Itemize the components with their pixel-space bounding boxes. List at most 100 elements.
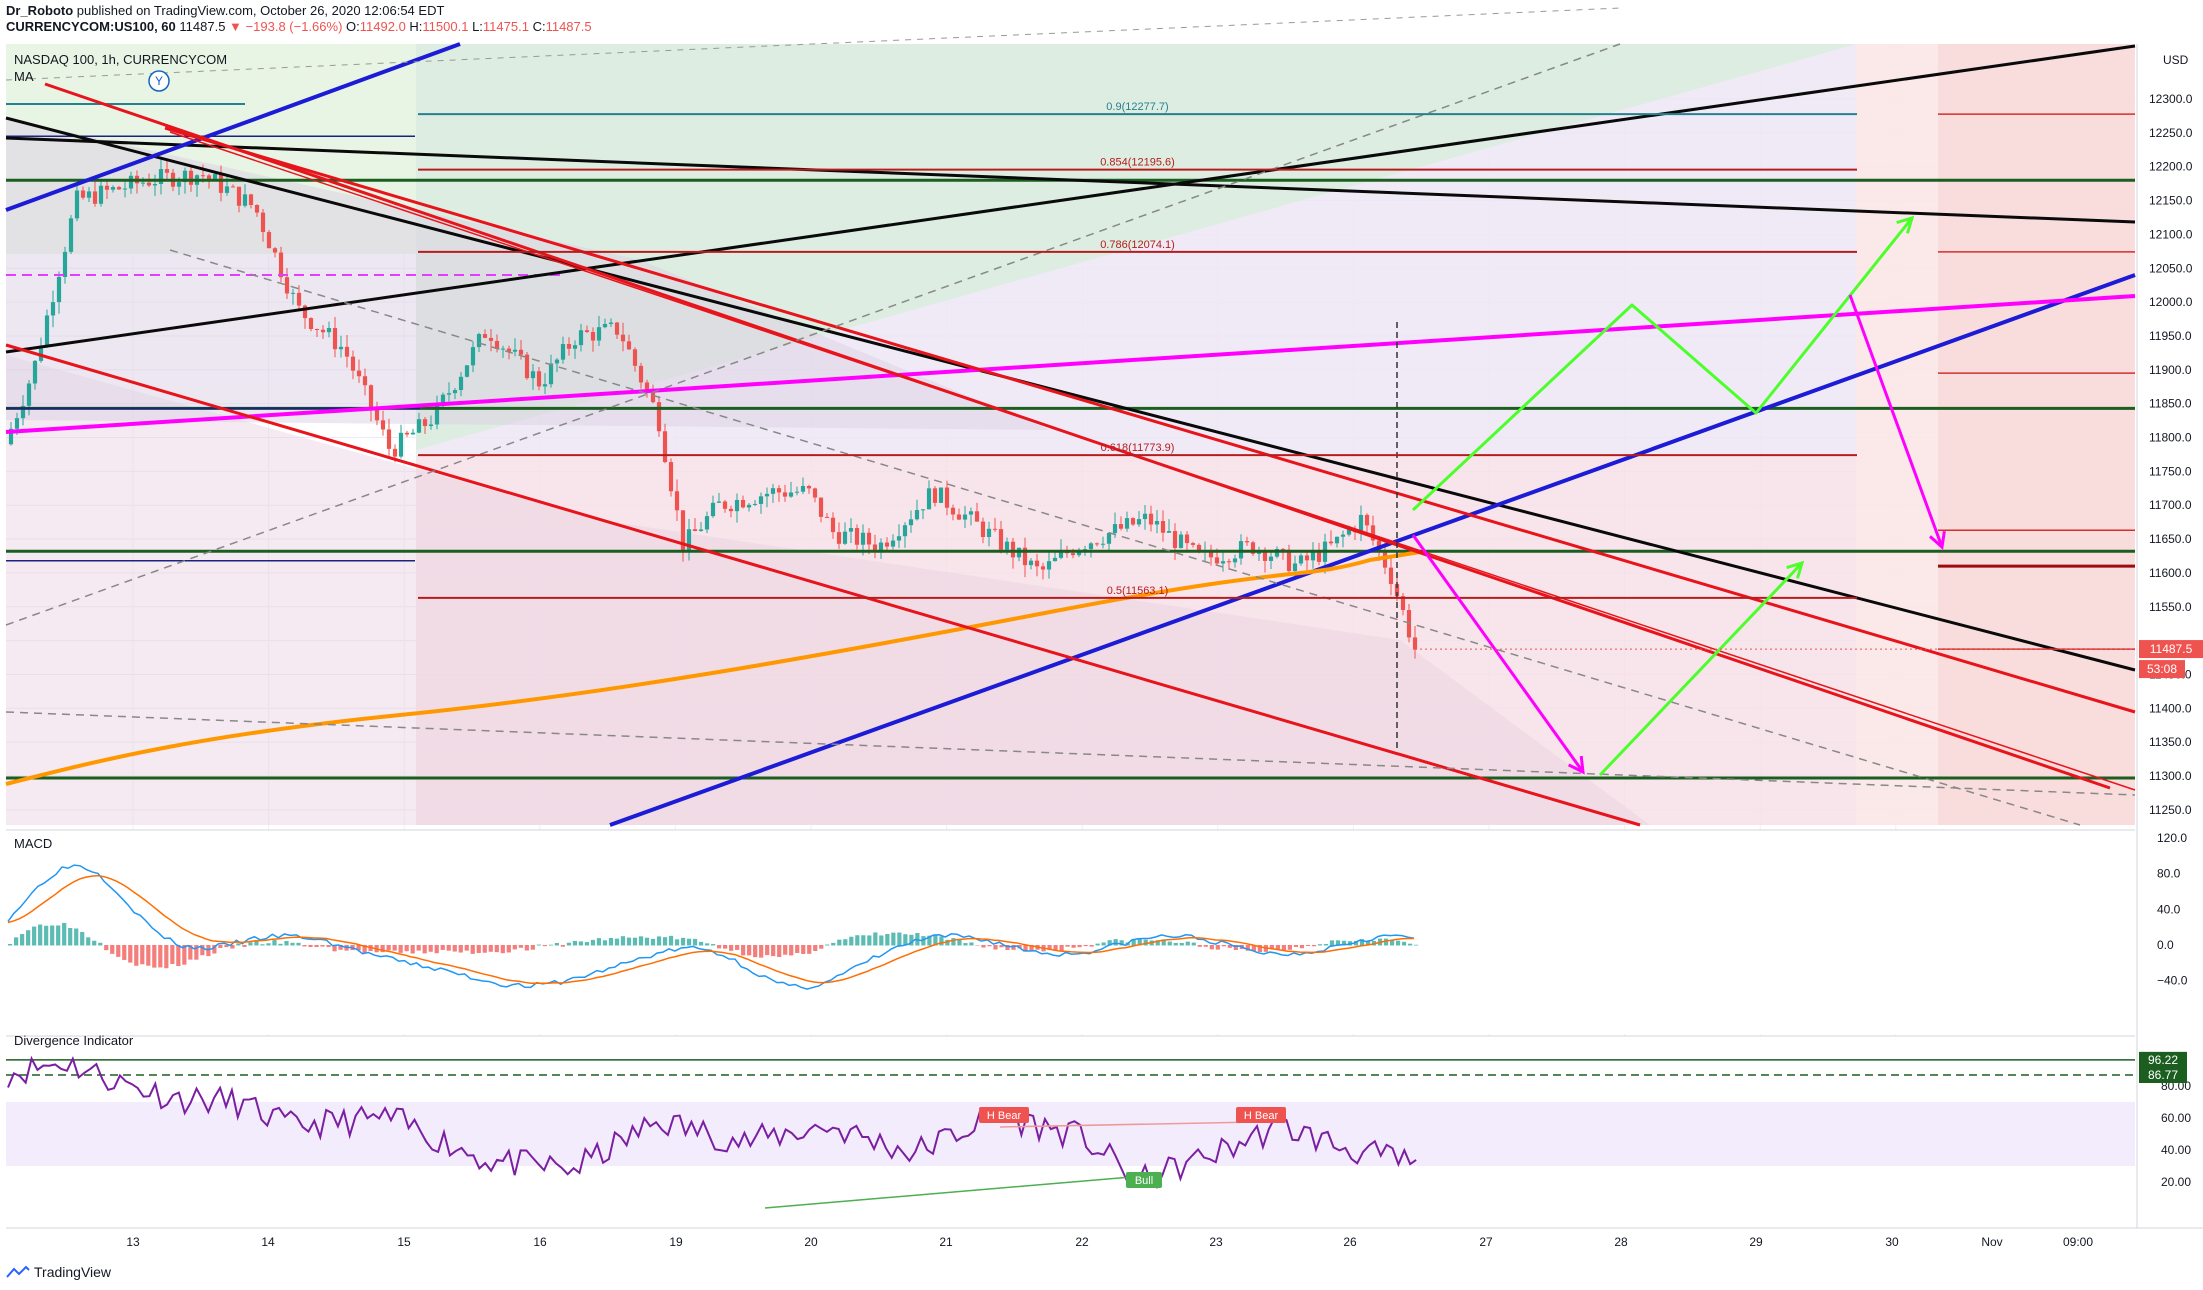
macd-histogram-bar — [560, 945, 565, 947]
price-tick-label: 11850.0 — [2149, 397, 2192, 411]
candle-body — [248, 194, 254, 205]
candle-body — [98, 185, 104, 204]
h-label: H: — [409, 19, 423, 34]
price-tick-label: 12000.0 — [2149, 295, 2193, 309]
candle-body — [686, 529, 692, 552]
macd-histogram-bar — [476, 945, 481, 954]
candle-body — [1088, 543, 1094, 550]
macd-histogram-bar — [62, 922, 67, 946]
candle-body — [794, 491, 800, 493]
macd-histogram-bar — [1317, 944, 1323, 946]
symbol-info: CURRENCYCOM:US100, 60 11487.5 ▼ −193.8 (… — [6, 19, 592, 34]
price-tick-label: 11900.0 — [2149, 363, 2192, 377]
candle-body — [668, 462, 674, 492]
macd-histogram-bar — [440, 945, 445, 950]
macd-histogram-bar — [530, 945, 535, 950]
macd-histogram-bar — [1413, 944, 1419, 946]
macd-histogram-bar — [1173, 942, 1178, 946]
macd-histogram-bar — [164, 945, 169, 969]
candle-body — [1244, 541, 1250, 543]
candle-body — [416, 419, 422, 433]
earnings-marker-text: Y — [155, 74, 163, 88]
candle-body — [482, 334, 488, 338]
macd-histogram-bar — [272, 940, 277, 946]
chart-canvas[interactable]: Y 0.9(12277.7) 0.854(12195.6) 0.786(12074.… — [0, 0, 2203, 1290]
candle-body — [932, 488, 938, 503]
candle-body — [26, 383, 32, 406]
candle-body — [1190, 543, 1196, 545]
macd-tick-label: 120.0 — [2157, 831, 2187, 845]
h-value: 11500.1 — [422, 19, 469, 34]
price-tick-label: 11400.0 — [2149, 701, 2192, 715]
macd-histogram-bar — [801, 945, 806, 954]
macd-histogram-bar — [110, 945, 115, 954]
macd-histogram-bar — [398, 945, 403, 953]
candle-body — [428, 424, 434, 427]
macd-histogram-bar — [536, 944, 541, 946]
candle-body — [524, 354, 530, 379]
macd-histogram-bar — [422, 945, 427, 954]
l-value: 11475.1 — [482, 19, 529, 34]
macd-histogram-bar — [482, 945, 487, 953]
macd-pane-bg — [6, 830, 2135, 1034]
macd-histogram-bar — [1113, 939, 1118, 946]
candle-body — [1028, 560, 1034, 566]
candle-body — [938, 487, 944, 503]
macd-histogram-bar — [1329, 940, 1335, 946]
publish-text: published on TradingView.com, October 26… — [76, 3, 445, 18]
candle-body — [926, 488, 932, 510]
candle-body — [1316, 551, 1322, 562]
time-tick-label: 27 — [1479, 1235, 1493, 1249]
macd-histogram-bar — [867, 935, 872, 946]
divergence-pane[interactable]: H Bear H Bear Bull — [6, 1035, 2135, 1228]
macd-histogram-bar — [747, 945, 752, 956]
candle-body — [1124, 518, 1130, 529]
price-tick-label: 12300.0 — [2149, 92, 2193, 106]
divergence-value-label: 86.77 — [2148, 1068, 2178, 1082]
macd-histogram-bar — [1179, 942, 1184, 946]
candle-body — [1334, 536, 1340, 544]
candle-body — [422, 419, 428, 427]
candle-body — [320, 329, 326, 333]
candle-body — [806, 485, 812, 489]
macd-histogram-bar — [1215, 945, 1220, 950]
macd-histogram-bar — [140, 945, 145, 965]
candle-body — [158, 169, 164, 184]
macd-histogram-bar — [116, 945, 121, 957]
candle-body — [260, 212, 266, 233]
time-tick-label: 16 — [533, 1235, 547, 1249]
macd-histogram-bar — [572, 940, 578, 946]
publisher-name[interactable]: Dr_Roboto — [6, 3, 73, 18]
candle-body — [398, 432, 404, 457]
macd-histogram-bar — [500, 945, 505, 954]
macd-histogram-bar — [1185, 941, 1190, 946]
macd-histogram-bar — [236, 943, 241, 946]
candle-body — [704, 516, 710, 530]
macd-histogram-bar — [86, 937, 91, 946]
macd-histogram-bar — [578, 941, 584, 946]
macd-histogram-bar — [1281, 945, 1287, 951]
macd-histogram-bar — [32, 926, 37, 946]
currency-label[interactable]: USD — [2163, 53, 2189, 67]
macd-histogram-bar — [1083, 945, 1088, 947]
macd-histogram-bar — [771, 945, 776, 957]
macd-histogram-bar — [68, 928, 73, 946]
time-tick-label: Nov — [1981, 1235, 2002, 1249]
candle-body — [188, 170, 194, 185]
macd-histogram-bar — [1095, 943, 1100, 946]
o-value: 11492.0 — [359, 19, 406, 34]
macd-histogram-bar — [825, 944, 830, 946]
macd-histogram-bar — [1287, 945, 1293, 950]
macd-histogram-bar — [458, 945, 463, 953]
candle-body — [1148, 513, 1154, 525]
macd-title: MACD — [14, 836, 52, 851]
candle-body — [218, 174, 224, 193]
macd-histogram-bar — [1221, 945, 1226, 947]
candle-body — [206, 175, 212, 179]
candle-body — [1010, 541, 1016, 558]
time-tick-label: 29 — [1749, 1235, 1763, 1249]
candle-body — [578, 330, 584, 346]
macd-pane[interactable] — [6, 829, 2135, 1034]
macd-histogram-bar — [584, 942, 590, 946]
tradingview-logo[interactable]: TradingView — [6, 1264, 111, 1280]
